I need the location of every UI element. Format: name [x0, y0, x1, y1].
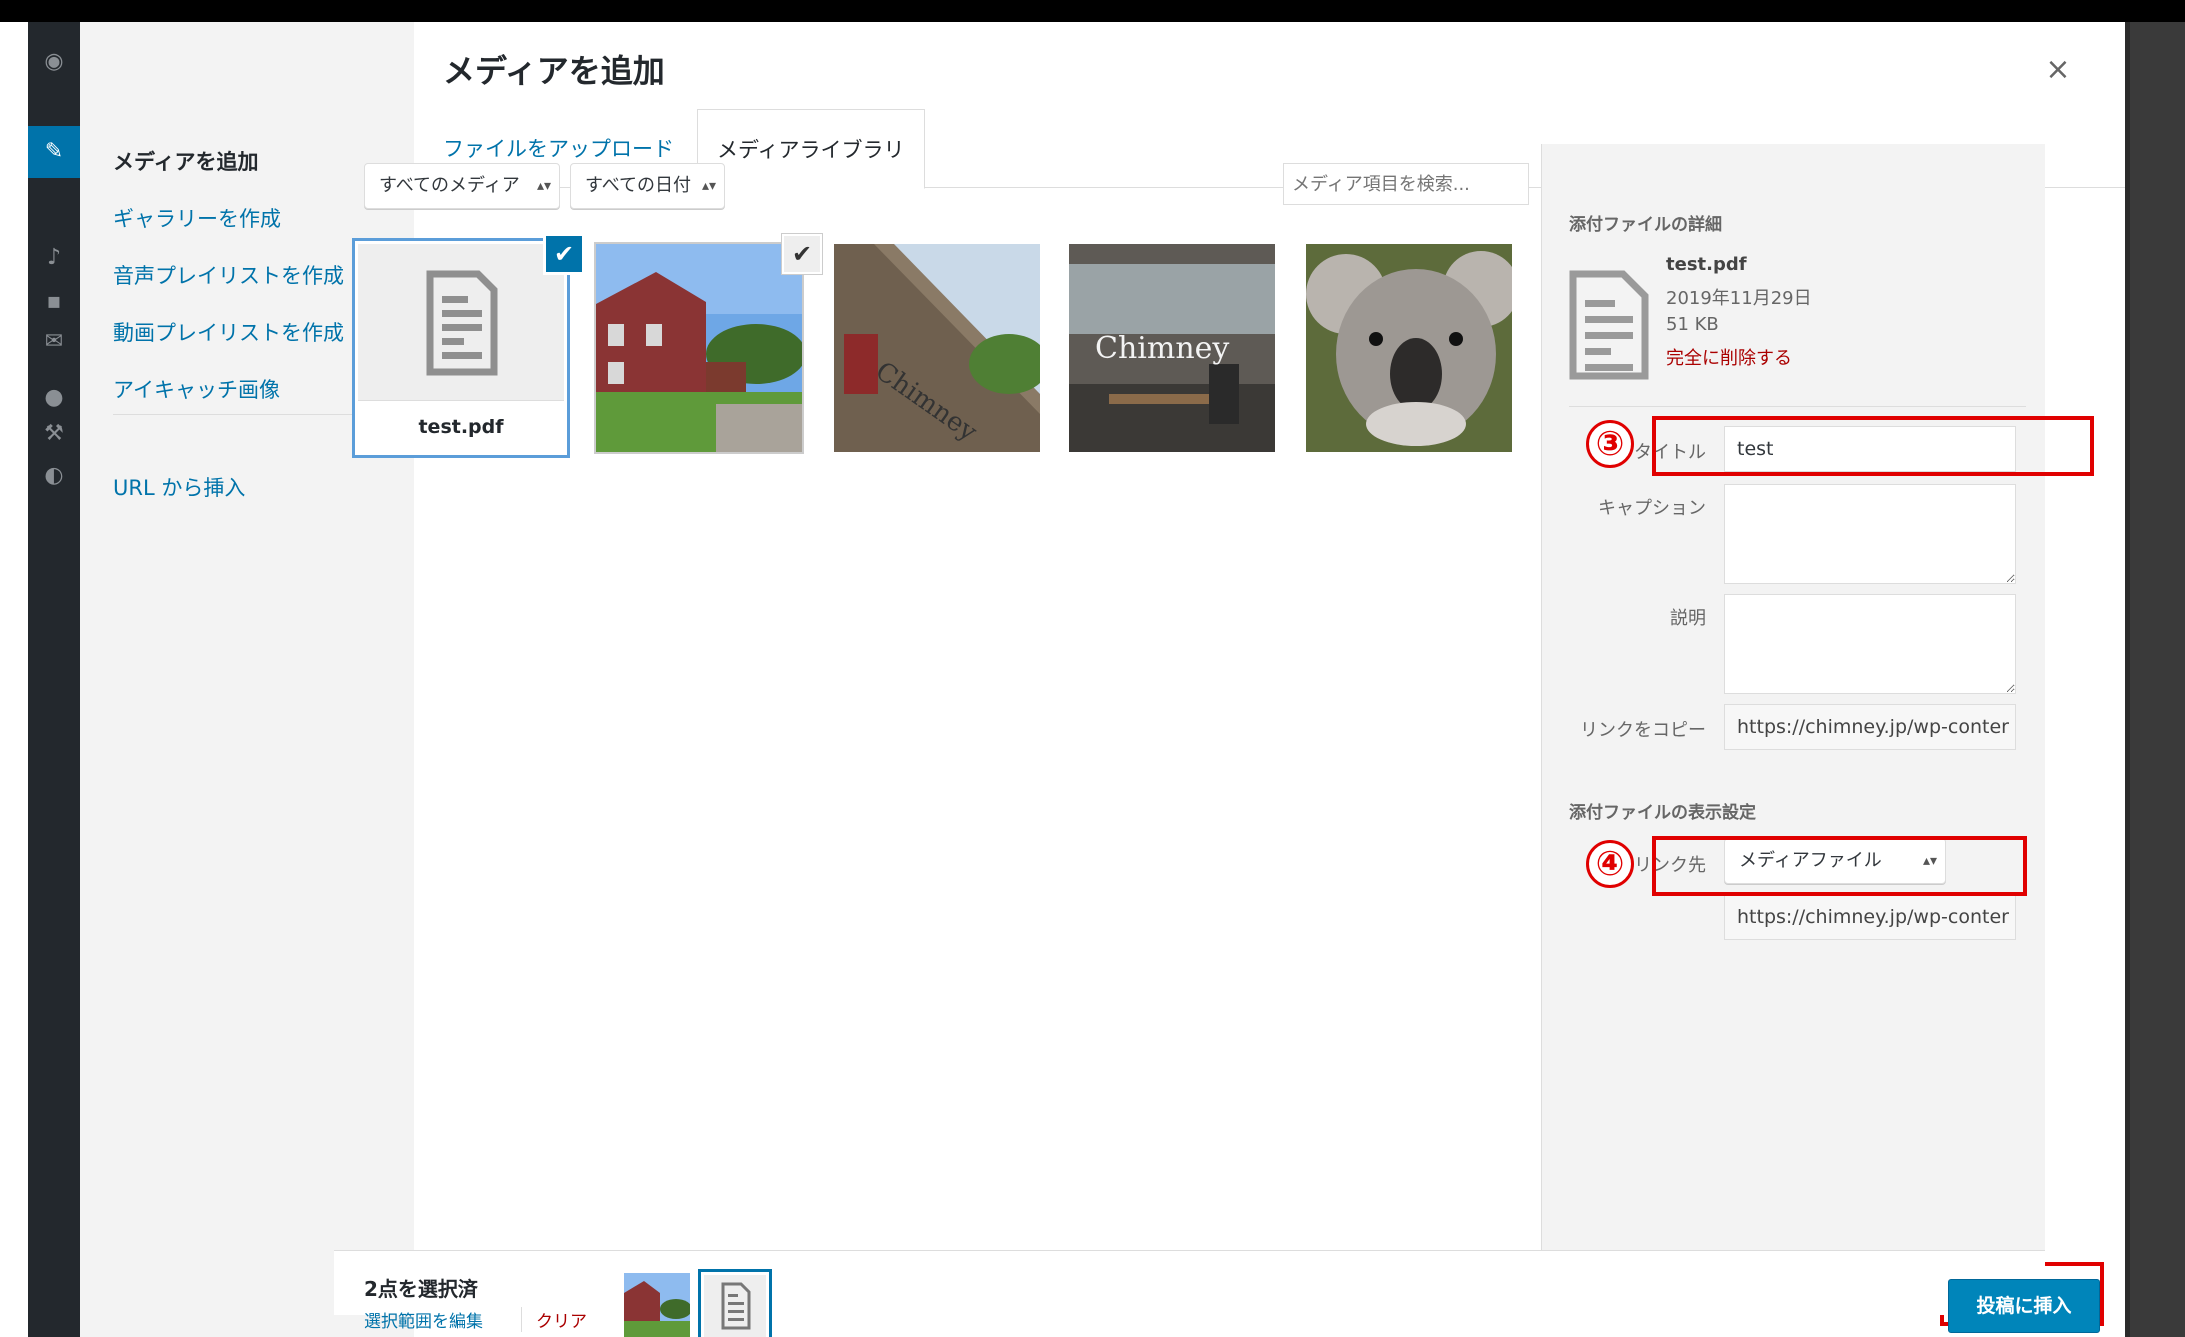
- clear-selection-link[interactable]: クリア: [521, 1307, 587, 1332]
- users-icon: ●: [44, 385, 64, 410]
- description-label: 説明: [1670, 608, 1706, 629]
- pin-icon: ✎: [44, 139, 64, 164]
- selected-house-thumbnail[interactable]: [624, 1273, 690, 1337]
- link-to-select[interactable]: メディアファイル ▴▾: [1724, 838, 1946, 884]
- koala-photo-thumbnail: [1306, 244, 1512, 452]
- caption-textarea[interactable]: [1724, 484, 2016, 584]
- menu-item-featured-image[interactable]: アイキャッチ画像: [113, 374, 280, 404]
- attachment-details-panel: 添付ファイルの詳細 test.pdf 2019年11月29日 51 KB 完全に…: [1541, 144, 2045, 1250]
- menu-item-create-gallery[interactable]: ギャラリーを作成: [113, 203, 281, 233]
- selected-check-button[interactable]: ✔: [782, 234, 822, 274]
- date-filter-value: すべての日付: [585, 175, 692, 196]
- attachment-photo-building[interactable]: Chimney: [834, 244, 1040, 452]
- date-filter[interactable]: すべての日付 ▴▾: [570, 163, 725, 209]
- document-icon: [721, 1282, 751, 1330]
- document-icon: [1569, 270, 1649, 380]
- step-4-badge: ④: [1586, 840, 1634, 888]
- title-input[interactable]: [1724, 426, 2016, 472]
- deselect-check-button[interactable]: ✔: [544, 234, 584, 274]
- tab-media-library[interactable]: メディアライブラリ: [697, 109, 925, 189]
- media-menu: メディアを追加 ギャラリーを作成 音声プレイリストを作成 動画プレイリストを作成…: [80, 22, 414, 1337]
- menu-heading-add-media[interactable]: メディアを追加: [113, 146, 259, 176]
- link-to-value: メディアファイル: [1739, 850, 1882, 871]
- step-3-badge: ③: [1586, 420, 1634, 468]
- tools-icon: ⚒: [44, 421, 64, 446]
- interior-photo-thumbnail: Chimney: [1069, 244, 1275, 452]
- modal-title: メディアを追加: [443, 52, 665, 90]
- attachment-caption: test.pdf: [358, 400, 564, 452]
- selected-pdf-thumbnail[interactable]: [698, 1269, 772, 1337]
- menu-item-audio-playlist[interactable]: 音声プレイリストを作成: [113, 260, 344, 290]
- caption-label: キャプション: [1598, 498, 1706, 519]
- collapse-icon: ◐: [44, 463, 64, 488]
- menu-separator: [113, 414, 379, 415]
- building-photo-thumbnail: Chimney: [834, 244, 1040, 452]
- mail-icon: ✉: [44, 329, 64, 354]
- close-icon: ×: [2045, 52, 2071, 87]
- dashboard-icon: ◉: [44, 49, 64, 74]
- selection-count: 2点を選択済: [364, 1277, 478, 1301]
- copy-link-label: リンクをコピー: [1580, 720, 1706, 741]
- attachment-photo-house[interactable]: [596, 244, 802, 452]
- media-type-filter[interactable]: すべてのメディア ▴▾: [364, 163, 560, 209]
- copy-link-field[interactable]: https://chimney.jp/wp-conter: [1724, 704, 2016, 750]
- svg-text:Chimney: Chimney: [1095, 331, 1229, 366]
- attachment-photo-koala[interactable]: [1306, 244, 1512, 452]
- file-date: 2019年11月29日: [1666, 288, 1812, 309]
- media-toolbar-footer: 2点を選択済 選択範囲を編集 クリア 投稿に挿入: [334, 1250, 2100, 1337]
- attachment-photo-interior[interactable]: Chimney: [1069, 244, 1275, 452]
- select-arrows-icon: ▴▾: [536, 178, 551, 194]
- house-photo-thumbnail: [596, 244, 802, 452]
- file-name: test.pdf: [1666, 254, 1747, 275]
- screen-top-bar: [0, 0, 2185, 22]
- check-icon: ✔: [791, 240, 813, 268]
- media-icon: ♪: [46, 245, 62, 270]
- file-size: 51 KB: [1666, 314, 1719, 335]
- select-arrows-icon: ▴▾: [701, 178, 716, 194]
- select-arrows-icon: ▴▾: [1922, 853, 1937, 869]
- close-button[interactable]: ×: [2038, 50, 2078, 90]
- description-textarea[interactable]: [1724, 594, 2016, 694]
- insert-into-post-button[interactable]: 投稿に挿入: [1948, 1279, 2100, 1333]
- attachment-preview: test.pdf: [358, 244, 564, 452]
- attachment-details-title: 添付ファイルの詳細: [1569, 215, 1722, 235]
- page-background-right-panel: [2130, 22, 2185, 1337]
- menu-item-insert-from-url[interactable]: URL から挿入: [113, 472, 245, 502]
- admin-sidebar-background: ◉ ✎ ♪ ▪ ✉ ● ⚒ ◐: [28, 22, 80, 1337]
- details-separator: [1569, 406, 2026, 407]
- comments-icon: ▪: [46, 289, 62, 314]
- link-url-field[interactable]: https://chimney.jp/wp-conter: [1724, 894, 2016, 940]
- display-settings-title: 添付ファイルの表示設定: [1569, 803, 1756, 823]
- document-icon: [426, 270, 498, 376]
- menu-item-video-playlist[interactable]: 動画プレイリストを作成: [113, 317, 344, 347]
- media-search-input[interactable]: [1283, 163, 1529, 205]
- media-type-filter-value: すべてのメディア: [379, 175, 520, 196]
- delete-permanently-link[interactable]: 完全に削除する: [1666, 344, 1792, 370]
- attachment-test-pdf[interactable]: test.pdf: [358, 244, 564, 452]
- check-icon: ✔: [553, 240, 575, 268]
- edit-selection-link[interactable]: 選択範囲を編集: [364, 1307, 483, 1332]
